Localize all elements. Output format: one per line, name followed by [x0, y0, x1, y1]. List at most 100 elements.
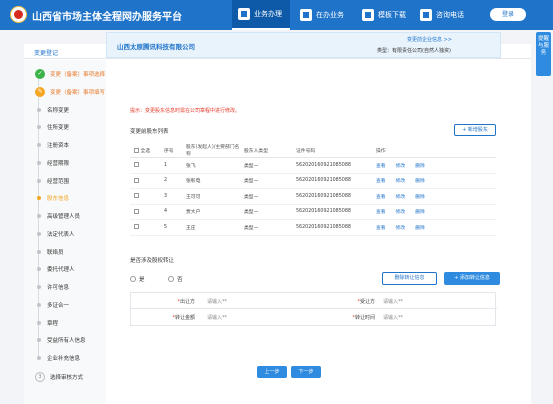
delete-link[interactable]: 删除 [415, 226, 425, 231]
step-item[interactable]: ✎ 变更（备案）事项填写 [35, 87, 105, 97]
row-type: 类型一 [240, 157, 292, 174]
view-link[interactable]: 查看 [376, 210, 386, 215]
row-checkbox[interactable] [134, 224, 139, 230]
company-info-bar: 山西太原腾讯科技有限公司 变更前企业信息 >> 类型：有限责任公司(自然人独资) [106, 32, 501, 58]
transfer-title: 是否涉及股权转让 [130, 258, 175, 264]
step-label: 委托代理人 [47, 267, 75, 273]
row-no: 3 [160, 188, 182, 205]
row-id: 562020160921085088 [292, 219, 372, 236]
warning-tip: 提示：变更股东信息时需在公司章程中进行修改。 [130, 108, 241, 114]
edit-link[interactable]: 修改 [396, 179, 406, 184]
step-label: 住所变更 [47, 125, 70, 131]
step-number: 3 [35, 372, 45, 382]
transfer-date-label: *转让时间 [352, 315, 375, 321]
table-row: 3 王可可 类型一 562020160921085088 查看 修改 删除 [130, 188, 496, 205]
step-item[interactable]: 3 选择审核方式 [35, 372, 83, 382]
transferor-input[interactable]: 请输入** [207, 298, 227, 305]
transfer-date-input[interactable]: 请输入** [383, 314, 403, 321]
step-label: 选择审核方式 [50, 375, 84, 381]
company-type: 类型：有限责任公司(自然人独资) [377, 48, 451, 54]
step-item[interactable]: 注册资本 [35, 141, 69, 149]
step-item[interactable]: 名称变更 [35, 106, 69, 114]
edit-link[interactable]: 修改 [396, 226, 406, 231]
table-row: 2 张彰电 类型一 562020160921085088 查看 修改 删除 [130, 173, 496, 189]
delete-link[interactable]: 删除 [415, 179, 425, 184]
radio-no[interactable]: 否 [168, 275, 183, 283]
emblem-logo [10, 6, 27, 23]
row-type: 类型一 [240, 173, 292, 189]
row-type: 类型一 [240, 204, 292, 220]
nav-template-download[interactable]: 模板下载 [362, 0, 416, 30]
row-checkbox[interactable] [134, 162, 139, 168]
side-service-tab[interactable]: 提醒与服务 [536, 32, 551, 76]
row-name: 张飞 [182, 157, 240, 174]
step-item[interactable]: 经营范围 [35, 177, 69, 185]
edit-icon: ✎ [35, 87, 45, 97]
step-item[interactable]: 章程 [35, 319, 58, 327]
nav-label: 业务办理 [254, 10, 282, 18]
table-row: 1 张飞 类型一 562020160921085088 查看 修改 删除 [130, 157, 496, 174]
transferee-label: *受让方 [357, 299, 375, 305]
view-link[interactable]: 查看 [376, 195, 386, 200]
step-label: 联络员 [47, 250, 64, 256]
step-item[interactable]: 委托代理人 [35, 265, 75, 273]
step-label: 经营范围 [47, 179, 70, 185]
step-label: 受益所有人信息 [47, 338, 86, 344]
step-item[interactable]: 联络员 [35, 248, 64, 256]
nav-hotline[interactable]: 咨询电话 [420, 0, 474, 30]
nav-in-progress[interactable]: 在办业务 [300, 0, 354, 30]
step-item[interactable]: 企业补充信息 [35, 354, 80, 362]
step-item[interactable]: 住所变更 [35, 123, 69, 131]
add-shareholder-button[interactable]: + 新增股东 [454, 124, 496, 136]
row-id: 562020160921085088 [292, 157, 372, 174]
radio-yes[interactable]: 是 [130, 275, 145, 283]
step-item[interactable]: 股东信息 [35, 194, 69, 202]
view-link[interactable]: 查看 [376, 179, 386, 184]
transfer-form: *出让方 请输入** *受让方 请输入** *转让金额 请输入** *转让时间 … [130, 292, 497, 326]
row-name: 张彰电 [182, 173, 240, 189]
row-name: 王可可 [182, 188, 240, 205]
table-header: 全选 序号 股东(发起人)/主要部门名称 股东人类型 证件号码 操作 [130, 143, 496, 158]
step-item[interactable]: 多证合一 [35, 301, 69, 309]
step-label: 多证合一 [47, 303, 70, 309]
step-item[interactable]: 经营期限 [35, 159, 69, 167]
phone-icon [420, 9, 432, 21]
delete-transfer-button[interactable]: 删除转让信息 [382, 272, 437, 285]
step-item[interactable]: 高级管理人员 [35, 212, 80, 220]
delete-link[interactable]: 删除 [415, 210, 425, 215]
nav-business[interactable]: 业务办理 [232, 0, 290, 30]
amount-input[interactable]: 请输入** [207, 314, 227, 321]
row-checkbox[interactable] [134, 177, 139, 183]
step-label: 法定代表人 [47, 232, 75, 238]
delete-link[interactable]: 删除 [415, 195, 425, 200]
row-no: 5 [160, 219, 182, 236]
step-item[interactable]: 受益所有人信息 [35, 336, 86, 344]
edit-link[interactable]: 修改 [396, 210, 406, 215]
prev-step-button[interactable]: 上一步 [257, 366, 287, 378]
next-step-button[interactable]: 下一步 [291, 366, 321, 378]
edit-link[interactable]: 修改 [396, 195, 406, 200]
login-button[interactable]: 登录 [490, 8, 526, 21]
top-header: 山西省市场主体全程网办服务平台 业务办理 在办业务 模板下载 咨询电话 登录 [0, 0, 553, 30]
step-item[interactable]: ✓ 变更（备案）事项选择 [35, 69, 105, 79]
step-item[interactable]: 法定代表人 [35, 230, 75, 238]
row-checkbox[interactable] [134, 193, 139, 199]
add-transfer-button[interactable]: + 添加转让信息 [444, 272, 500, 285]
row-type: 类型一 [240, 188, 292, 205]
check-icon: ✓ [35, 69, 45, 79]
step-label: 许可信息 [47, 285, 70, 291]
amount-label: *转让金额 [172, 315, 195, 321]
row-checkbox[interactable] [134, 208, 139, 214]
previous-info-link[interactable]: 变更前企业信息 >> [407, 36, 452, 43]
nav-label: 模板下载 [378, 11, 406, 19]
transferee-input[interactable]: 请输入** [383, 298, 403, 305]
edit-link[interactable]: 修改 [396, 164, 406, 169]
shareholder-list-title: 变更前股东列表 [130, 129, 169, 135]
nav-label: 咨询电话 [436, 11, 464, 19]
delete-link[interactable]: 删除 [415, 164, 425, 169]
step-item[interactable]: 许可信息 [35, 283, 69, 291]
select-all-checkbox[interactable] [134, 147, 139, 153]
view-link[interactable]: 查看 [376, 164, 386, 169]
view-link[interactable]: 查看 [376, 226, 386, 231]
site-title: 山西省市场主体全程网办服务平台 [32, 12, 182, 23]
